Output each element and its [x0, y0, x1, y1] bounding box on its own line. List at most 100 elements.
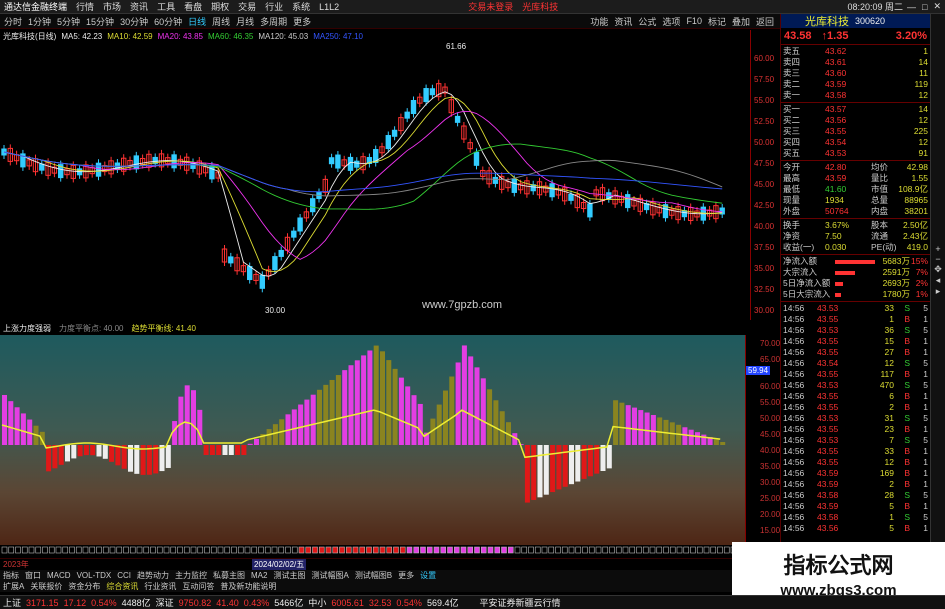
signal-square: [204, 546, 210, 554]
ask-row[interactable]: 卖四 43.61 14: [781, 57, 930, 68]
signal-square: [602, 546, 609, 554]
signal-square: [136, 546, 143, 554]
candlestick-chart[interactable]: 61.66 30.00 www.7gpzb.com: [0, 42, 750, 320]
indicator-name[interactable]: 上涨力度强弱: [3, 323, 51, 334]
strength-bar: [335, 375, 341, 445]
tool-button[interactable]: 选项: [662, 15, 680, 28]
price-tick: 52.50: [754, 117, 775, 126]
indicator-tab[interactable]: 测试幅图B: [355, 570, 392, 581]
move-icon[interactable]: ✥: [931, 264, 945, 275]
info-tab[interactable]: 关联报价: [30, 581, 62, 592]
info-tab[interactable]: 扩展A: [3, 581, 24, 592]
ask-row[interactable]: 卖三 43.60 11: [781, 68, 930, 79]
indicator-tab[interactable]: 测试幅图A: [311, 570, 348, 581]
menu-item[interactable]: 工具: [157, 0, 175, 13]
tick-row: 14:56 43.55 33 B 1: [783, 446, 928, 456]
indicator-tab[interactable]: MA2: [251, 571, 267, 580]
minus-icon[interactable]: −: [931, 254, 945, 264]
close-icon[interactable]: ✕: [933, 1, 941, 12]
info-tab[interactable]: 资金分布: [68, 581, 100, 592]
menu-item[interactable]: 看盘: [184, 0, 202, 13]
menu-item[interactable]: 行业: [265, 0, 283, 13]
tick-list[interactable]: 14:56 43.53 33 S 5 14:56 43.55 1 B 1 14:56 43.53 36 S…: [781, 303, 930, 534]
indicator-tab[interactable]: 趋势动力: [137, 570, 169, 581]
candle-body: [473, 151, 480, 166]
signal-square: [372, 546, 379, 554]
tool-button[interactable]: F10: [686, 16, 702, 26]
tool-button[interactable]: 返回: [756, 15, 774, 28]
indicator-tab[interactable]: 指标: [3, 570, 19, 581]
info-tab[interactable]: 互动问答: [182, 581, 214, 592]
period-tab[interactable]: 30分钟: [120, 15, 148, 28]
period-tab[interactable]: 60分钟: [154, 15, 182, 28]
menu-item[interactable]: 交易: [238, 0, 256, 13]
period-tab[interactable]: 15分钟: [86, 15, 114, 28]
left-arrow-icon[interactable]: ◂: [931, 275, 945, 286]
period-tab[interactable]: 多周期: [260, 15, 287, 28]
menu-item[interactable]: L1L2: [319, 2, 339, 12]
price-change: 1.35: [827, 29, 849, 42]
period-tab-active[interactable]: 日线: [188, 15, 206, 28]
minimize-icon[interactable]: —: [907, 2, 916, 12]
indicator-tab[interactable]: 更多: [398, 570, 414, 581]
tool-button[interactable]: 功能: [590, 15, 608, 28]
signal-square: [541, 546, 548, 554]
strength-indicator-chart[interactable]: [0, 335, 745, 545]
ask-row[interactable]: 卖二 43.59 119: [781, 79, 930, 90]
bid-row[interactable]: 买二 43.56 12: [781, 115, 930, 126]
strength-bar: [178, 396, 184, 445]
signal-square: [528, 546, 534, 554]
menu-item[interactable]: 市场: [103, 0, 121, 13]
tick-row: 14:56 43.53 36 S 5: [783, 325, 928, 335]
bid-row[interactable]: 买三 43.55 225: [781, 126, 930, 137]
menu-item[interactable]: 期权: [211, 0, 229, 13]
indicator-tab[interactable]: VOL-TDX: [77, 571, 112, 580]
period-tab[interactable]: 1分钟: [28, 15, 51, 28]
strength-bar: [493, 400, 499, 445]
menu-item[interactable]: 资讯: [130, 0, 148, 13]
app-title: 通达信金融终端: [4, 2, 68, 12]
tool-button[interactable]: 叠加: [732, 15, 750, 28]
indicator-tab[interactable]: 测试主图: [273, 570, 305, 581]
ask-row[interactable]: 卖一 43.58 12: [781, 90, 930, 101]
signal-square: [676, 546, 683, 554]
tool-button[interactable]: 资讯: [614, 15, 632, 28]
strength-bar: [461, 345, 467, 445]
status-item[interactable]: 上证: [3, 596, 21, 609]
tool-button[interactable]: 标记: [708, 15, 726, 28]
indicator-tab[interactable]: 主力监控: [175, 570, 207, 581]
plus-icon[interactable]: +: [931, 244, 945, 254]
menu-item[interactable]: 系统: [292, 0, 310, 13]
period-tab[interactable]: 周线: [212, 15, 230, 28]
indicator-tab[interactable]: MACD: [47, 571, 71, 580]
maximize-icon[interactable]: □: [922, 2, 927, 12]
info-tab[interactable]: 普及新功能说明: [220, 581, 276, 592]
status-item[interactable]: 深证: [156, 596, 174, 609]
signal-square: [474, 546, 480, 554]
indicator-tab[interactable]: CCI: [117, 571, 131, 580]
indicator-tab[interactable]: 私募主图: [213, 570, 245, 581]
menu-item[interactable]: 行情: [76, 0, 94, 13]
info-tab[interactable]: 行业资讯: [144, 581, 176, 592]
info-tab[interactable]: 综合资讯: [106, 581, 138, 592]
strength-bar: [191, 390, 196, 445]
status-item[interactable]: 中小: [308, 596, 326, 609]
bid-row[interactable]: 买五 43.53 91: [781, 148, 930, 159]
period-tab[interactable]: 5分钟: [57, 15, 80, 28]
period-tab[interactable]: 月线: [236, 15, 254, 28]
period-tab[interactable]: 更多: [293, 15, 311, 28]
bid-row[interactable]: 买四 43.54 12: [781, 137, 930, 148]
candle-body: [385, 135, 392, 150]
bid-row[interactable]: 买一 43.57 14: [781, 104, 930, 115]
strength-bar: [650, 414, 656, 445]
period-tab[interactable]: 分时: [4, 15, 22, 28]
indicator-tab[interactable]: 设置: [420, 570, 436, 581]
tool-button[interactable]: 公式: [638, 15, 656, 28]
login-status[interactable]: 交易未登录: [468, 0, 513, 13]
indicator-tick: 25.00: [760, 494, 781, 503]
right-arrow-icon[interactable]: ▸: [931, 286, 945, 297]
signal-square: [35, 546, 42, 554]
indicator-tab[interactable]: 窗口: [25, 570, 41, 581]
title-bar: 通达信金融终端 行情 市场 资讯 工具 看盘 期权 交易 行业 系统 L1L2 …: [0, 0, 945, 14]
ask-row[interactable]: 卖五 43.62 1: [781, 46, 930, 57]
